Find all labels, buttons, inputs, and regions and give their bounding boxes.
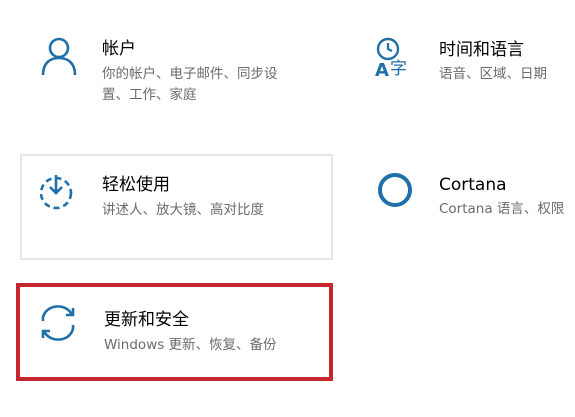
time-language-icon: A 字 [374, 36, 418, 78]
tile-description-line-1: 语音、区域、日期 [439, 66, 547, 82]
tile-description-line-1: 你的帐户、电子邮件、同步设 [102, 66, 278, 82]
tile-description-line-1: 讲述人、放大镜、高对比度 [102, 202, 264, 218]
settings-tile-time-language[interactable]: A 字 时间和语言 语音、区域、日期 [360, 20, 575, 130]
cortana-ring-icon [375, 170, 415, 210]
settings-tile-cortana[interactable]: Cortana Cortana 语言、权限 [360, 154, 575, 260]
person-icon [40, 37, 78, 77]
settings-tile-ease-of-access[interactable]: 轻松使用 讲述人、放大镜、高对比度 [20, 154, 333, 260]
settings-tile-accounts[interactable]: 帐户 你的帐户、电子邮件、同步设 置、工作、家庭 [20, 20, 340, 130]
svg-text:A: A [375, 60, 389, 78]
tile-description-line-1: Windows 更新、恢复、备份 [104, 337, 277, 353]
tile-title: 帐户 [102, 39, 136, 59]
tile-description-line-2: 置、工作、家庭 [102, 87, 197, 103]
tile-title: Cortana [439, 175, 507, 195]
ease-of-access-icon [36, 172, 76, 212]
tile-description-line-1: Cortana 语言、权限 [439, 201, 565, 217]
svg-text:字: 字 [390, 59, 407, 78]
tile-title: 更新和安全 [104, 310, 189, 330]
sync-icon [36, 303, 80, 343]
settings-tile-update-security[interactable]: 更新和安全 Windows 更新、恢复、备份 [16, 283, 333, 381]
tile-title: 时间和语言 [439, 40, 524, 60]
tile-title: 轻松使用 [102, 175, 170, 195]
